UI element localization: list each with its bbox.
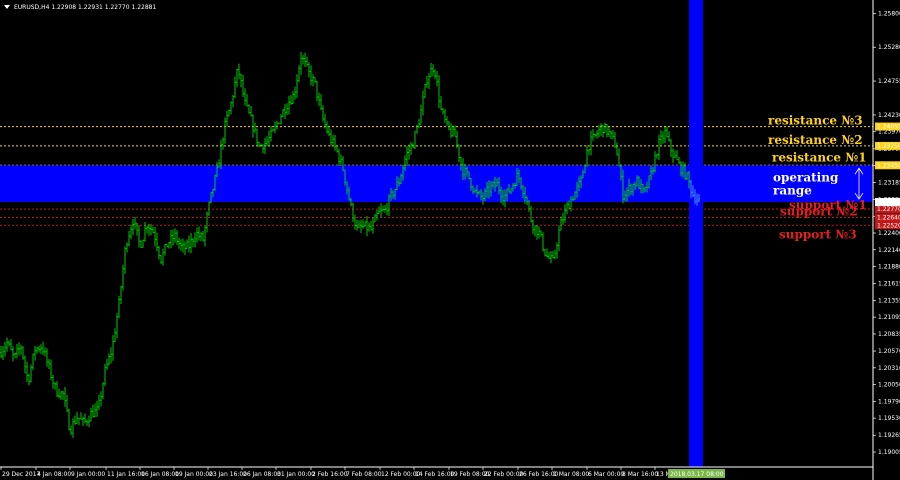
symbol-info: EURUSD,H4 1.22908 1.22931 1.22770 1.2288… [14, 4, 156, 11]
level-label: support №2 [780, 205, 858, 219]
price-chart[interactable]: resistance №3 resistance №2 resistance №1 s… [0, 0, 900, 480]
time-tick-label: 11 Jan 16:00 [107, 471, 145, 478]
time-tick-label: 14 Feb 16:00 [415, 471, 455, 478]
time-tick-label: 23 Jan 16:00 [209, 471, 247, 478]
level-label: resistance №2 [768, 133, 863, 147]
level-label: support №3 [779, 227, 857, 241]
price-tick-label: 1.21095 [878, 314, 900, 321]
price-tick-label: 1.25280 [878, 44, 900, 51]
price-tag-label: 1.23450 [877, 162, 900, 169]
operating-range-label-line2: range [773, 184, 812, 198]
price-tag-label: 1.22770 [877, 206, 900, 213]
time-tick-label: 26 Jan 08:00 [243, 471, 281, 478]
price-tag-label: 1.23750 [877, 143, 900, 150]
time-tick-label: 1 Mar 08:00 [553, 471, 589, 478]
vertical-highlight-bar [689, 0, 703, 467]
price-tick-label: 1.19530 [878, 415, 900, 422]
price-tick-label: 1.21615 [878, 281, 900, 288]
price-tag-label: 1.22520 [877, 222, 900, 229]
operating-range-zone [0, 165, 872, 203]
price-tick-label: 1.21355 [878, 297, 900, 304]
time-tick-label: 16 Jan 08:00 [141, 471, 179, 478]
price-tick-label: 1.23185 [878, 179, 900, 186]
time-tick-label: 6 Mar 00:00 [588, 471, 624, 478]
time-tick-label: 29 Dec 2017 [2, 471, 41, 478]
price-tick-label: 1.19265 [878, 432, 900, 439]
time-tick-label: 4 Jan 08:00 [37, 471, 71, 478]
price-tick-label: 1.22400 [878, 230, 900, 237]
time-tick-label: 7 Feb 08:00 [346, 471, 382, 478]
price-tick-label: 1.24230 [878, 112, 900, 119]
price-tick-label: 1.20570 [878, 348, 900, 355]
price-tick-label: 1.20310 [878, 365, 900, 372]
price-tick-label: 1.20835 [878, 331, 900, 338]
time-highlight-label: 2018.03.17 08:00 [670, 471, 724, 478]
operating-range-label-line1: operating [773, 171, 839, 185]
price-tag-label: 1.24050 [877, 124, 900, 131]
price-tick-label: 1.25800 [878, 11, 900, 18]
chart-background [0, 0, 900, 480]
time-tick-label: 2 Feb 16:00 [312, 471, 348, 478]
price-tag-label: 1.22640 [877, 215, 900, 222]
price-tick-label: 1.21880 [878, 264, 900, 271]
time-tick-label: 19 Jan 00:00 [175, 471, 213, 478]
price-tick-label: 1.20050 [878, 382, 900, 389]
price-tag-label: 1.22881 [877, 199, 900, 206]
level-label: resistance №1 [772, 150, 867, 164]
price-tick-label: 1.24755 [878, 78, 900, 85]
time-tick-label: 9 Jan 00:00 [71, 471, 105, 478]
time-tick-label: 22 Feb 00:00 [484, 471, 524, 478]
time-tick-label: 8 Mar 16:00 [622, 471, 658, 478]
price-tick-label: 1.22140 [878, 247, 900, 254]
time-tick-label: 31 Jan 00:00 [277, 471, 315, 478]
price-tick-label: 1.19790 [878, 398, 900, 405]
level-label: resistance №3 [768, 114, 863, 128]
price-tick-label: 1.19005 [878, 449, 900, 456]
